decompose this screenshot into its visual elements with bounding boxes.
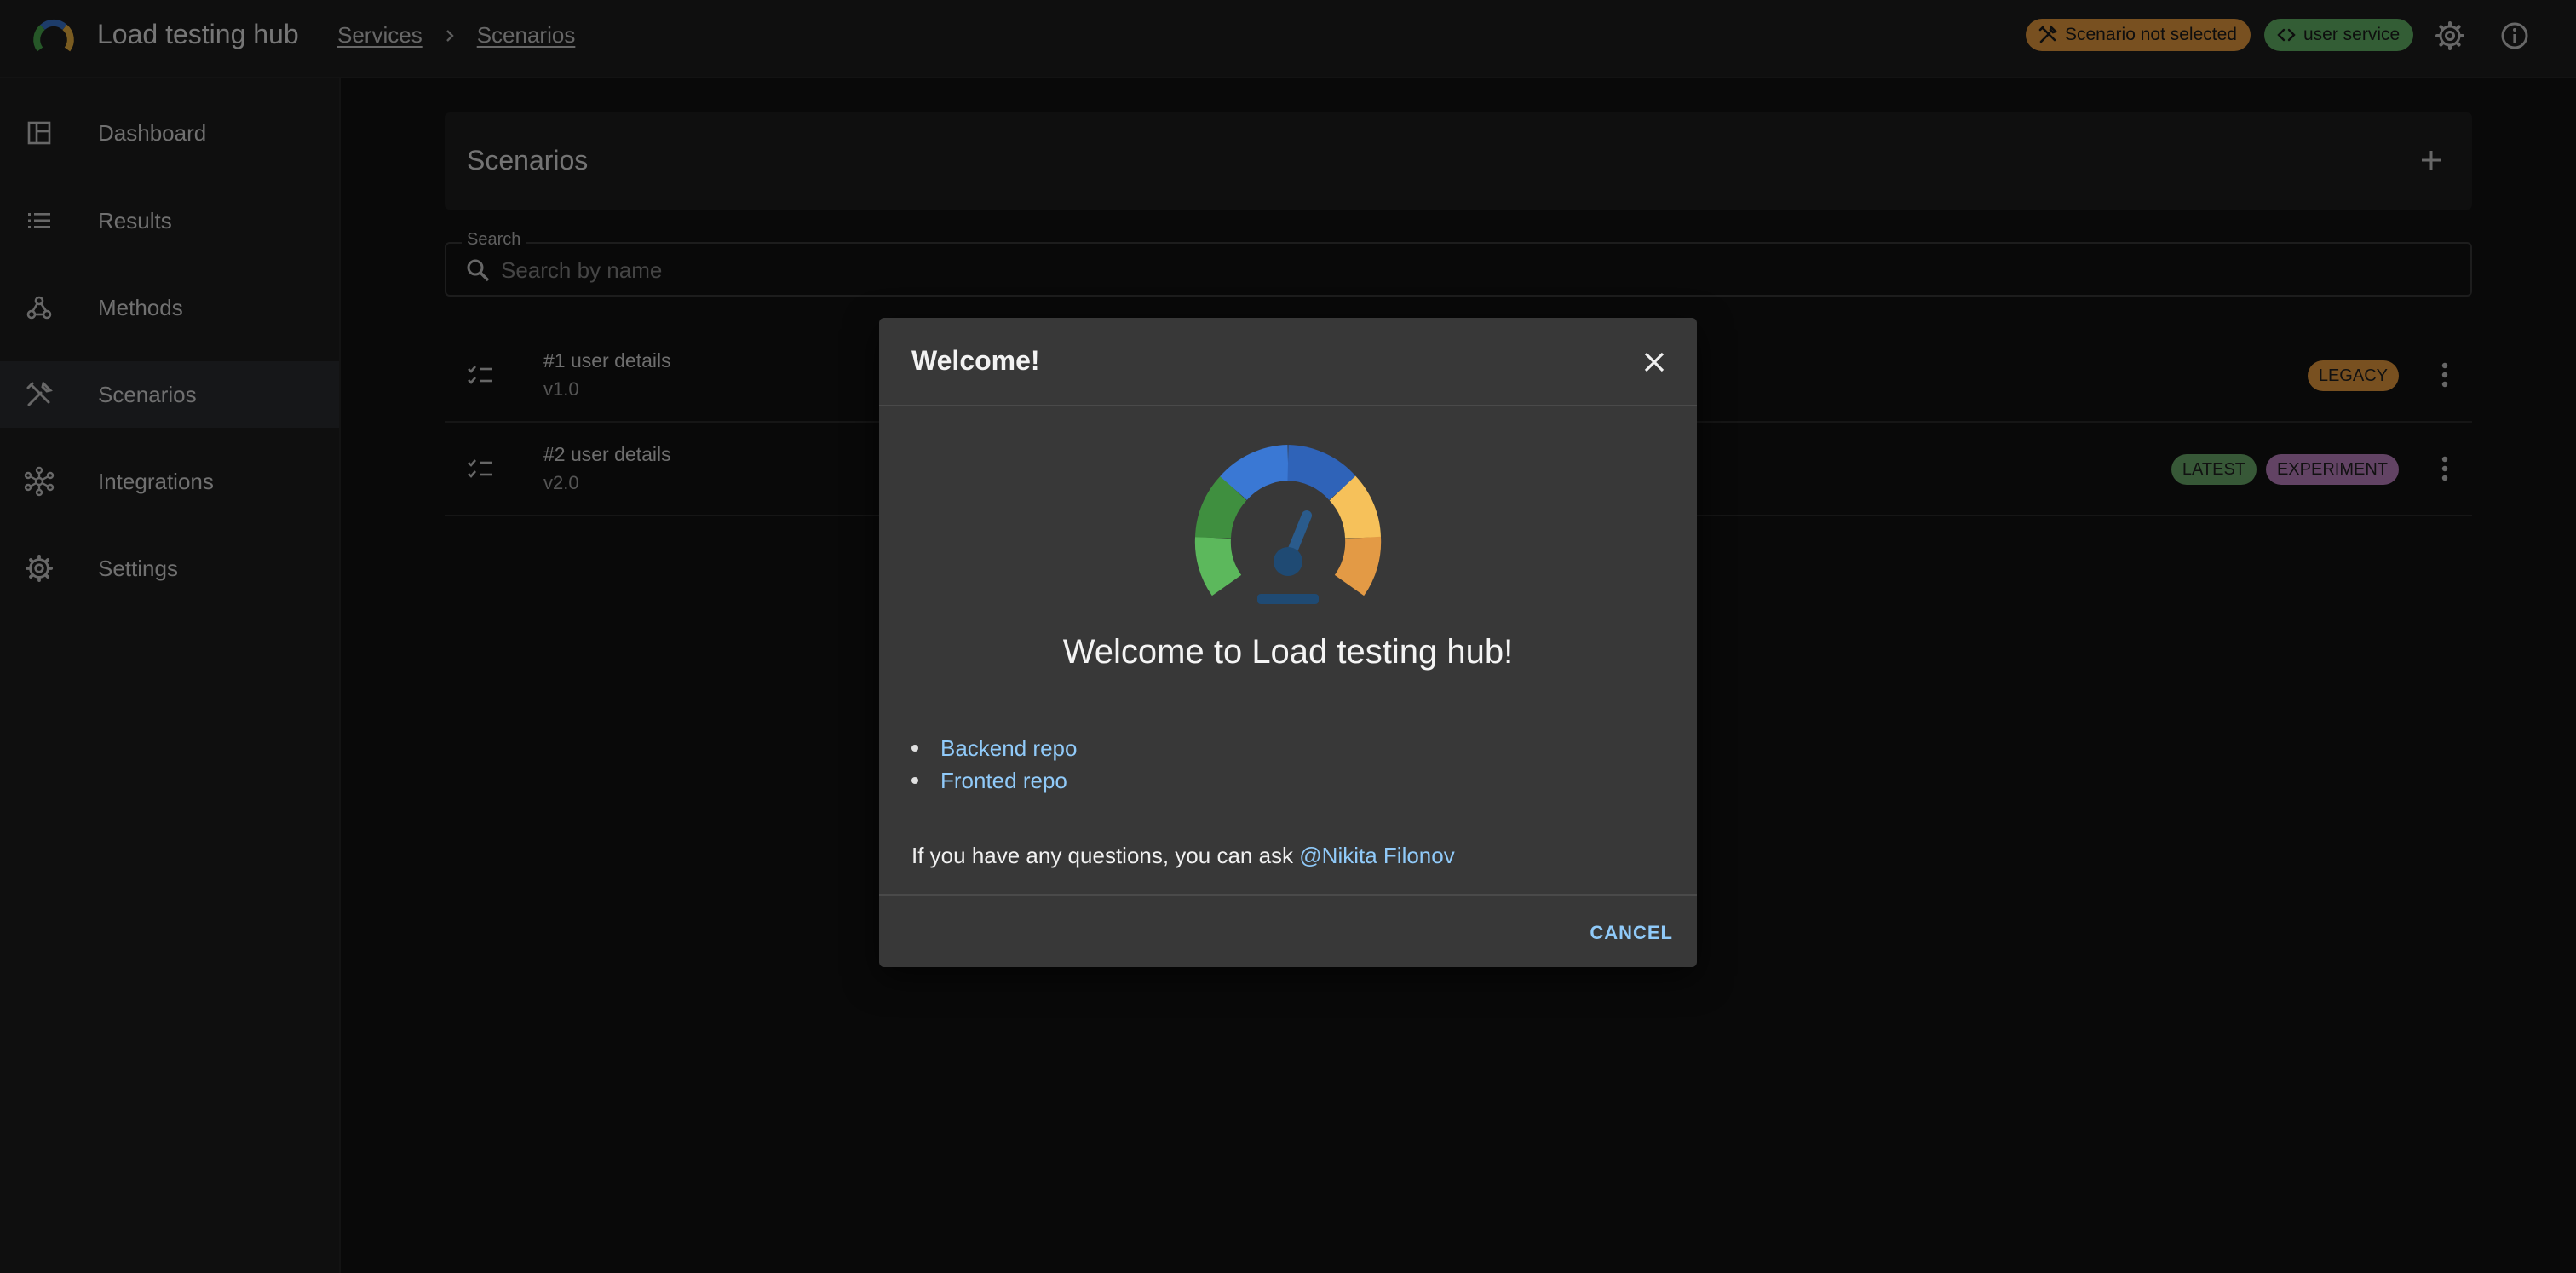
dialog-divider: [879, 405, 1697, 406]
list-item: Fronted repo: [911, 764, 1077, 797]
repo-links-list: Backend repo Fronted repo: [911, 732, 1077, 797]
welcome-dialog: Welcome! Welcome to Load testing hub! Ba…: [879, 318, 1697, 967]
frontend-repo-link[interactable]: Fronted repo: [940, 768, 1067, 794]
speedometer-icon: [1194, 445, 1382, 604]
close-icon[interactable]: [1637, 345, 1671, 379]
dialog-divider: [879, 894, 1697, 896]
dialog-title: Welcome!: [911, 345, 1040, 376]
contact-text: If you have any questions, you can ask @…: [911, 843, 1455, 869]
list-item: Backend repo: [911, 732, 1077, 764]
backend-repo-link[interactable]: Backend repo: [940, 735, 1077, 762]
contact-link[interactable]: @Nikita Filonov: [1299, 843, 1454, 868]
question-text: If you have any questions, you can ask: [911, 843, 1300, 868]
dialog-heading: Welcome to Load testing hub!: [1062, 633, 1514, 671]
cancel-button[interactable]: CANCEL: [1586, 916, 1676, 950]
